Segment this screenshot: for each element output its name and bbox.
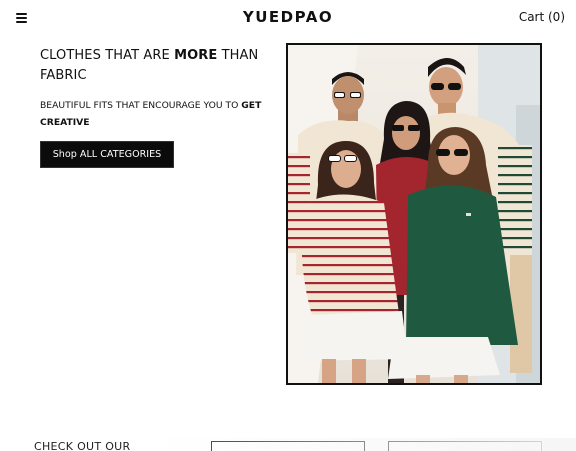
category-card-1[interactable] [211, 441, 365, 451]
hero-image [286, 43, 542, 385]
brand-logo[interactable]: YUEDPAO [0, 8, 576, 26]
page: YUEDPAO Cart (0) CLOTHES THAT ARE MORE T… [0, 0, 576, 451]
hero-photo-illustration [288, 45, 540, 383]
cart-link[interactable]: Cart (0) [519, 10, 565, 24]
headline-emphasis: MORE [174, 48, 218, 63]
hero-headline: CLOTHES THAT ARE MORE THAN FABRIC [40, 48, 259, 83]
category-card-2[interactable] [388, 441, 542, 451]
shop-all-categories-button[interactable]: Shop ALL CATEGORIES [40, 141, 174, 168]
section-heading-partial: CHECK OUT OUR [34, 440, 131, 451]
hero-subline: BEAUTIFUL FITS THAT ENCOURAGE YOU TO GET… [40, 100, 262, 128]
